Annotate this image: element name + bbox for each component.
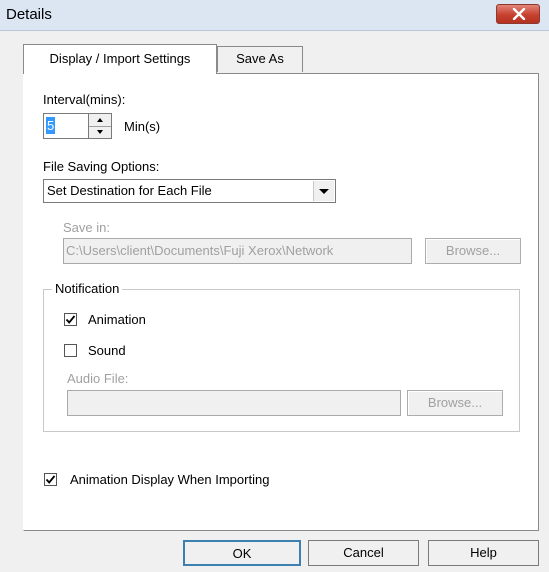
save-in-path: C:\Users\client\Documents\Fuji Xerox\Net…: [66, 243, 334, 258]
save-in-browse-button[interactable]: Browse...: [425, 238, 521, 264]
file-saving-label: File Saving Options:: [43, 159, 160, 174]
checkmark-icon: [45, 475, 56, 484]
animation-import-checkbox[interactable]: [44, 473, 57, 486]
interval-value: 5: [46, 117, 56, 134]
notification-legend: Notification: [52, 281, 123, 296]
spin-up-icon: [97, 118, 103, 122]
dropdown-arrow-icon: [319, 189, 329, 194]
sound-label[interactable]: Sound: [88, 343, 126, 358]
audio-file-label: Audio File:: [67, 371, 129, 386]
save-in-path-field[interactable]: C:\Users\client\Documents\Fuji Xerox\Net…: [63, 238, 412, 264]
interval-unit: Min(s): [124, 119, 161, 134]
save-in-label: Save in:: [63, 220, 110, 235]
details-dialog: Details Display / Import Settings Save A…: [0, 0, 549, 572]
spin-down-button[interactable]: [89, 126, 111, 138]
dropdown-button[interactable]: [313, 181, 334, 201]
audio-browse-button[interactable]: Browse...: [407, 390, 503, 416]
audio-file-field[interactable]: [67, 390, 401, 416]
spin-down-icon: [97, 130, 103, 134]
interval-input[interactable]: 5: [43, 113, 89, 139]
interval-spinner[interactable]: [88, 113, 112, 139]
checkmark-icon: [65, 315, 76, 324]
animation-label[interactable]: Animation: [88, 312, 146, 327]
file-saving-select[interactable]: Set Destination for Each File: [43, 179, 336, 203]
panel-content: Interval(mins): 5 Min(s) File Saving Opt…: [0, 0, 549, 572]
sound-checkbox[interactable]: [64, 344, 77, 357]
interval-label: Interval(mins):: [43, 92, 126, 107]
animation-checkbox[interactable]: [64, 313, 77, 326]
browse-label: Browse...: [445, 243, 501, 258]
animation-import-label[interactable]: Animation Display When Importing: [70, 472, 269, 487]
browse-label: Browse...: [427, 395, 483, 410]
file-saving-value: Set Destination for Each File: [47, 183, 212, 198]
